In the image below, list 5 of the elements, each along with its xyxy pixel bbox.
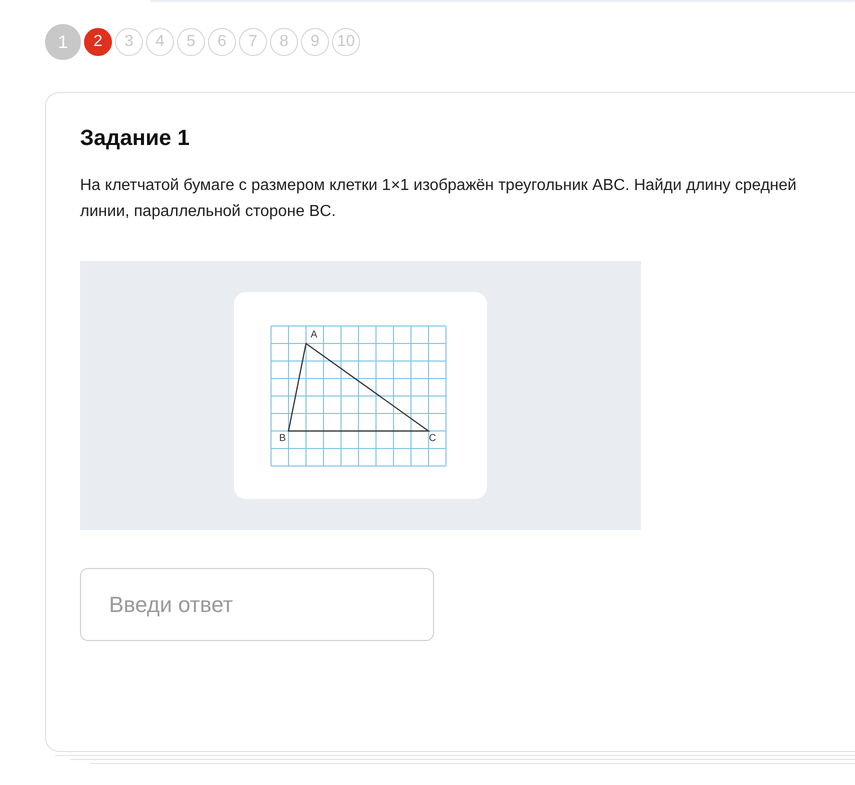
step-button[interactable]: 2 — [84, 28, 112, 56]
answer-field[interactable]: Введи ответ — [80, 568, 434, 641]
triangle-grid-drawing: A B C — [260, 316, 460, 476]
task-text: На клетчатой бумаге с размером клетки 1×1 изображён треугольник ABC. Найди длину средней линии, параллельной стороне BC. — [80, 176, 798, 222]
task-title: Задание 1 — [80, 125, 191, 151]
